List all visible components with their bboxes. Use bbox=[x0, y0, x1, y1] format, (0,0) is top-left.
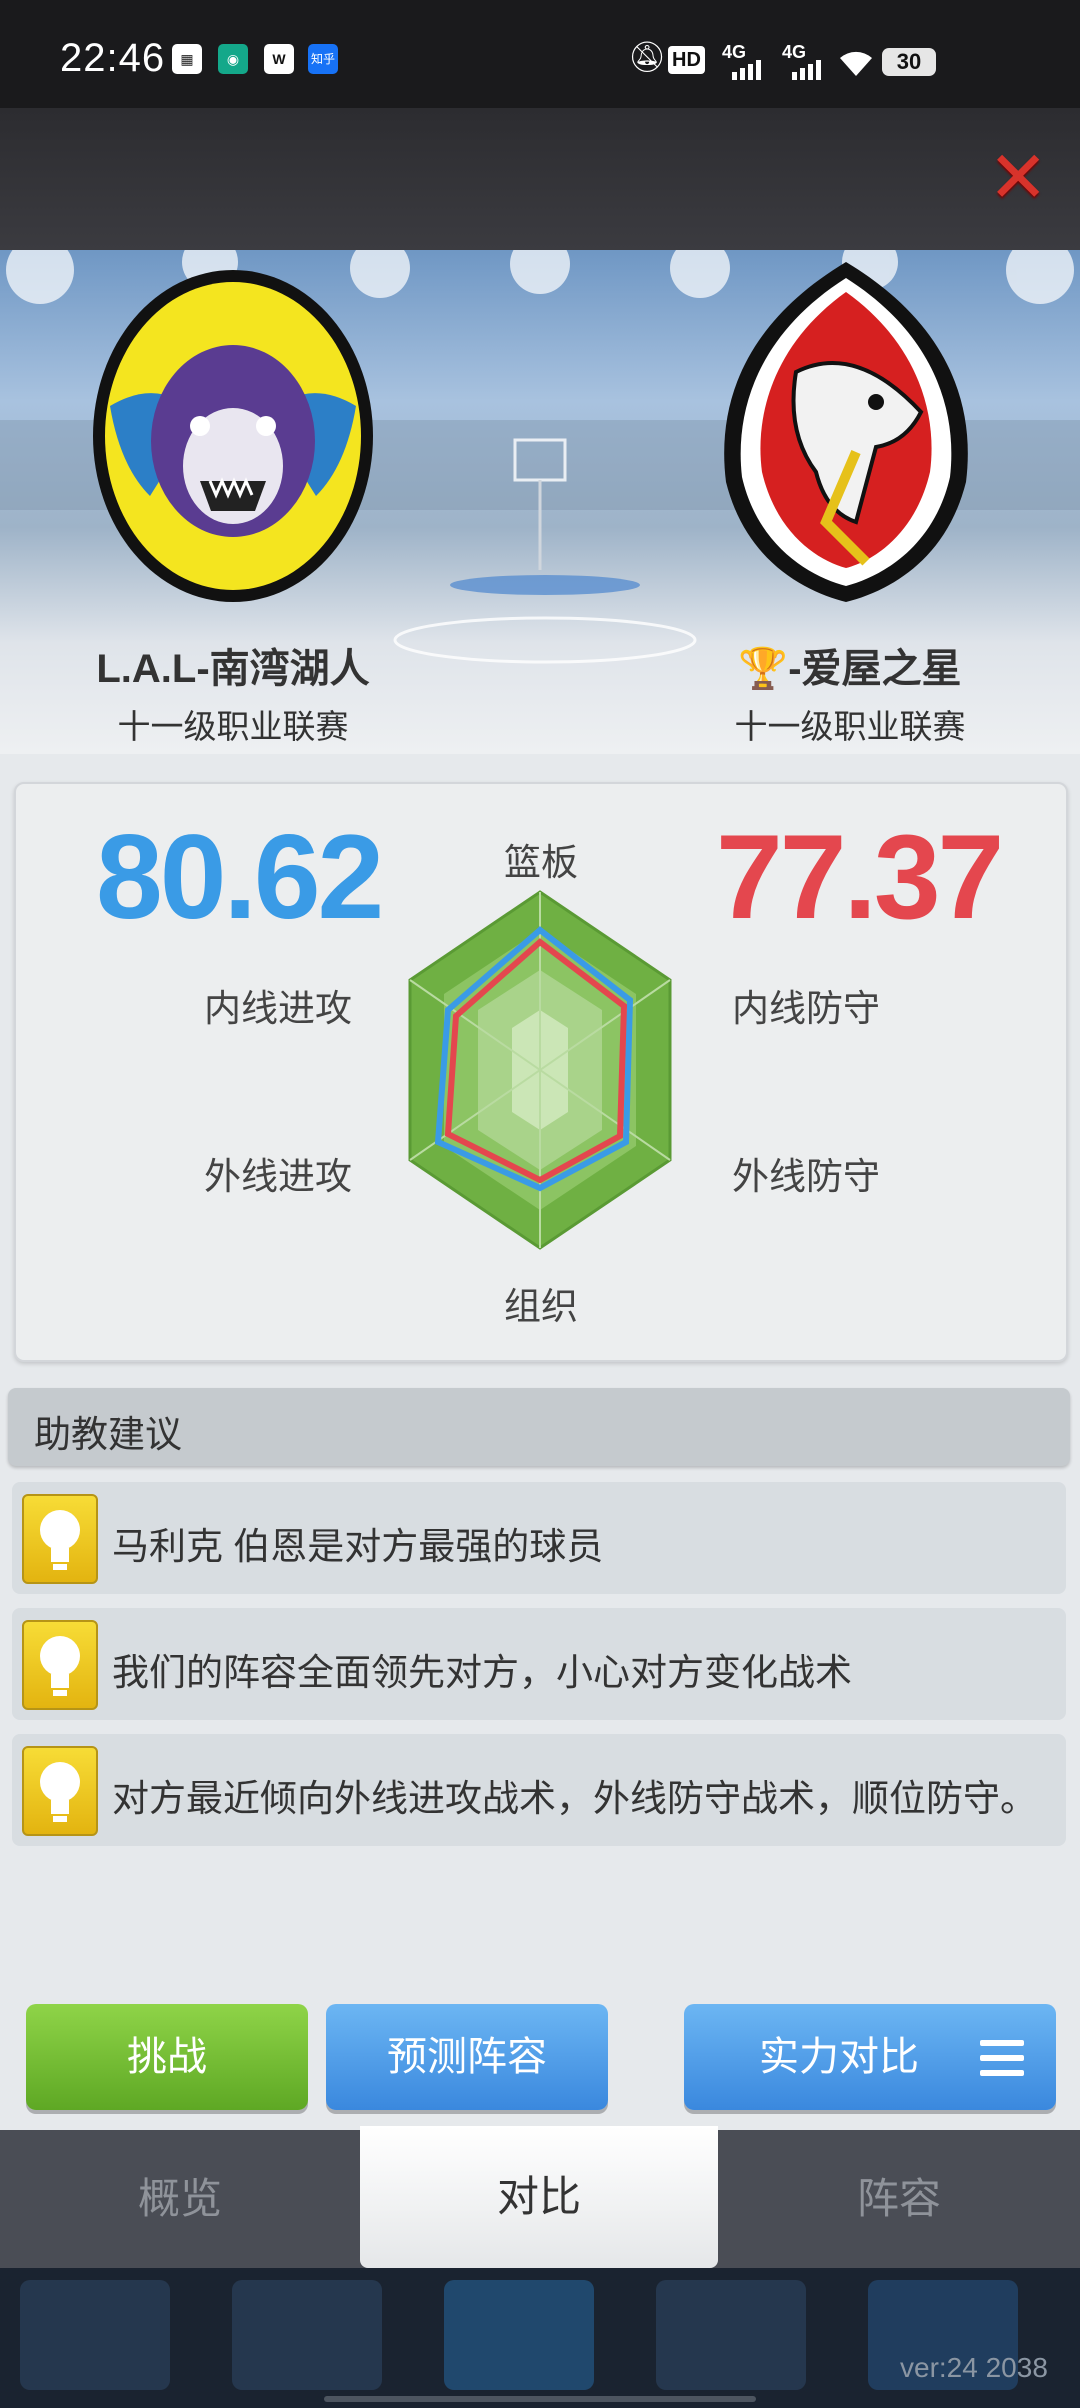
tab-overview[interactable]: 概览 bbox=[0, 2130, 360, 2268]
home-rating: 80.62 bbox=[96, 810, 384, 944]
tab-lineup[interactable]: 阵容 bbox=[718, 2130, 1080, 2268]
away-rating: 77.37 bbox=[716, 810, 1004, 944]
advice-tip-text: 对方最近倾向外线进攻战术，外线防守战术，顺位防守。 bbox=[112, 1778, 1037, 1819]
tab-compare[interactable]: 对比 bbox=[360, 2126, 718, 2268]
advice-title: 助教建议 bbox=[34, 1414, 182, 1455]
nav-ghost-icon bbox=[444, 2280, 594, 2390]
lightbulb-icon bbox=[22, 1620, 98, 1710]
mute-icon: 🔕︎ bbox=[628, 41, 667, 74]
status-time: 22:46 bbox=[60, 36, 166, 80]
trophy-icon: 🏆 bbox=[738, 647, 789, 691]
strength-compare-button[interactable]: 实力对比 bbox=[684, 2004, 1056, 2110]
home-team-logo bbox=[90, 266, 376, 606]
nav-ghost-icon bbox=[656, 2280, 806, 2390]
label-organization: 组织 bbox=[504, 1286, 578, 1327]
home-team-league: 十一级职业联赛 bbox=[117, 708, 349, 745]
away-team-name: 🏆-爱屋之星 bbox=[700, 636, 1000, 694]
lightbulb-icon bbox=[22, 1494, 98, 1584]
strength-compare-label: 实力对比 bbox=[759, 2035, 919, 2079]
hd-icon: HD bbox=[668, 46, 705, 74]
signal-bars-icon-2 bbox=[790, 60, 830, 80]
version-label: ver:24 2038 bbox=[900, 2352, 1048, 2383]
label-rebound: 篮板 bbox=[504, 842, 578, 883]
signal-bars-icon bbox=[730, 60, 770, 80]
dialog-header bbox=[0, 108, 1080, 250]
label-inside-offense: 内线进攻 bbox=[204, 988, 352, 1029]
nav-ghost-icon bbox=[20, 2280, 170, 2390]
grid-app-icon: ▦ bbox=[172, 44, 202, 74]
wifi-icon bbox=[836, 48, 876, 78]
away-team-league: 十一级职业联赛 bbox=[734, 708, 966, 745]
label-outside-offense: 外线进攻 bbox=[204, 1156, 352, 1197]
away-team-name-text: -爱屋之星 bbox=[788, 647, 962, 691]
battery-indicator: 30 bbox=[882, 48, 936, 76]
advice-tip-text: 马利克 伯恩是对方最强的球员 bbox=[112, 1526, 604, 1567]
zhihu-icon: 知乎 bbox=[308, 44, 338, 74]
nav-ghost-icon bbox=[232, 2280, 382, 2390]
close-x-icon[interactable]: ✕ bbox=[988, 142, 1048, 214]
predict-lineup-button[interactable]: 预测阵容 bbox=[326, 2004, 608, 2110]
lightbulb-icon bbox=[22, 1746, 98, 1836]
label-inside-defense: 内线防守 bbox=[732, 988, 880, 1029]
away-team-logo bbox=[706, 262, 986, 602]
label-outside-defense: 外线防守 bbox=[732, 1156, 880, 1197]
wechat-shield-icon: ◉ bbox=[218, 44, 248, 74]
challenge-button[interactable]: 挑战 bbox=[26, 2004, 308, 2110]
w-app-icon: W bbox=[264, 44, 294, 74]
gesture-bar bbox=[324, 2396, 756, 2402]
home-team-name: L.A.L-南湾湖人 bbox=[96, 647, 370, 691]
radar-chart bbox=[408, 890, 672, 1250]
advice-tip-text: 我们的阵容全面领先对方，小心对方变化战术 bbox=[112, 1652, 852, 1693]
menu-icon bbox=[980, 2040, 1024, 2076]
